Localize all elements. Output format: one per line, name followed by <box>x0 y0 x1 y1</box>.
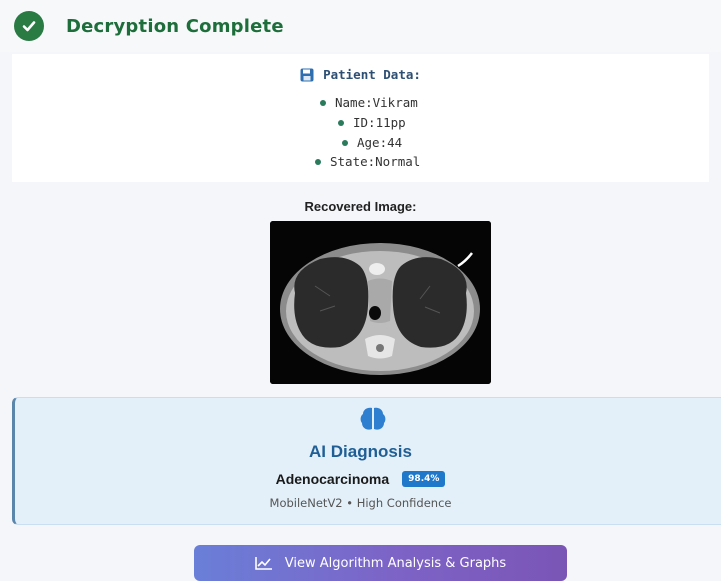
diagnosis-result: Adenocarcinoma <box>275 471 390 487</box>
recovered-image-label: Recovered Image: <box>304 199 417 214</box>
status-title: Decryption Complete <box>66 15 284 37</box>
patient-state-item: State:Normal <box>315 154 420 169</box>
chart-line-icon <box>254 557 272 570</box>
confidence-badge: 98.4% <box>402 471 446 487</box>
view-analysis-button[interactable]: View Algorithm Analysis & Graphs <box>194 545 567 581</box>
diagnosis-row: Adenocarcinoma 98.4% <box>0 471 721 487</box>
recovered-ct-image <box>270 221 491 384</box>
patient-data-heading: Patient Data: <box>12 67 709 82</box>
check-circle-icon <box>14 11 44 41</box>
ai-diagnosis-title: AI Diagnosis <box>309 442 412 461</box>
view-analysis-label: View Algorithm Analysis & Graphs <box>284 555 507 571</box>
model-info: MobileNetV2 • High Confidence <box>269 496 452 510</box>
patient-id-item: ID:11pp <box>338 115 406 130</box>
patient-data-card: Patient Data: Name:Vikram ID:11pp Age:44… <box>12 54 709 182</box>
brain-icon <box>360 407 386 430</box>
status-header: Decryption Complete <box>0 0 721 52</box>
patient-age-item: Age:44 <box>342 135 402 150</box>
floppy-disk-icon <box>300 68 314 81</box>
patient-name-item: Name:Vikram <box>320 95 418 110</box>
patient-data-title: Patient Data: <box>323 67 421 82</box>
